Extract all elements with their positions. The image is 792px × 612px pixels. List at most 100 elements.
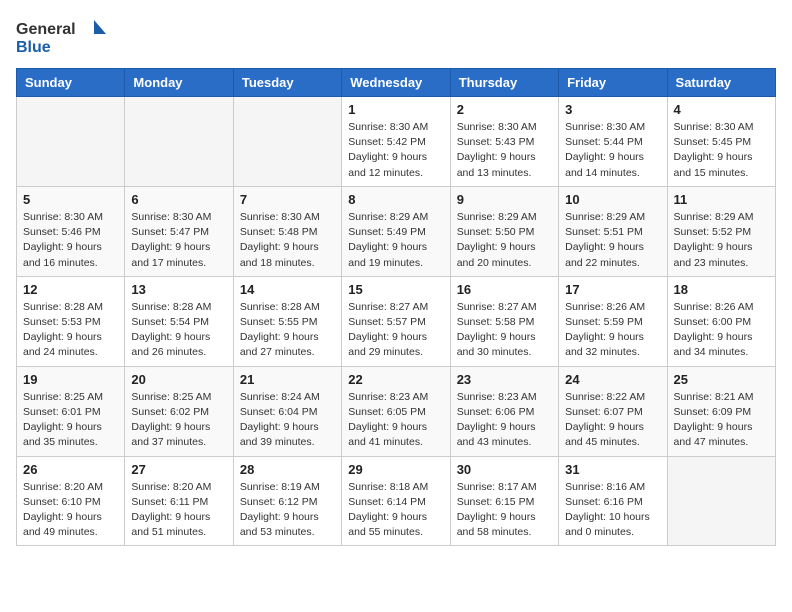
calendar-cell: 30Sunrise: 8:17 AM Sunset: 6:15 PM Dayli…	[450, 456, 558, 546]
day-info: Sunrise: 8:18 AM Sunset: 6:14 PM Dayligh…	[348, 480, 443, 541]
day-info: Sunrise: 8:25 AM Sunset: 6:01 PM Dayligh…	[23, 390, 118, 451]
day-info: Sunrise: 8:21 AM Sunset: 6:09 PM Dayligh…	[674, 390, 769, 451]
day-number: 18	[674, 282, 769, 297]
calendar-cell: 11 Sunrise: 8:29 AM Sunset: 5:52 PM Dayli…	[667, 186, 775, 276]
calendar-cell: 31Sunrise: 8:16 AM Sunset: 6:16 PM Dayli…	[559, 456, 667, 546]
day-info: Sunrise: 8:30 AM Sunset: 5:42 PM Dayligh…	[348, 120, 443, 181]
day-number: 20	[131, 372, 226, 387]
calendar-cell: 8 Sunrise: 8:29 AM Sunset: 5:49 PM Daylig…	[342, 186, 450, 276]
day-number: 16	[457, 282, 552, 297]
page-header: GeneralBlue	[16, 16, 776, 58]
calendar-cell	[17, 97, 125, 187]
calendar-week-row: 1 Sunrise: 8:30 AM Sunset: 5:42 PM Daylig…	[17, 97, 776, 187]
day-info: Sunrise: 8:29 AM Sunset: 5:50 PM Dayligh…	[457, 210, 552, 271]
calendar-cell: 14Sunrise: 8:28 AM Sunset: 5:55 PM Dayli…	[233, 276, 341, 366]
day-number: 3	[565, 102, 660, 117]
calendar-cell: 23 Sunrise: 8:23 AM Sunset: 6:06 PM Dayli…	[450, 366, 558, 456]
calendar-cell: 29Sunrise: 8:18 AM Sunset: 6:14 PM Dayli…	[342, 456, 450, 546]
day-number: 26	[23, 462, 118, 477]
calendar-cell: 16 Sunrise: 8:27 AM Sunset: 5:58 PM Dayli…	[450, 276, 558, 366]
weekday-header: Monday	[125, 69, 233, 97]
day-number: 31	[565, 462, 660, 477]
day-number: 27	[131, 462, 226, 477]
calendar-cell: 6 Sunrise: 8:30 AM Sunset: 5:47 PM Daylig…	[125, 186, 233, 276]
weekday-header-row: SundayMondayTuesdayWednesdayThursdayFrid…	[17, 69, 776, 97]
day-info: Sunrise: 8:20 AM Sunset: 6:10 PM Dayligh…	[23, 480, 118, 541]
day-info: Sunrise: 8:29 AM Sunset: 5:49 PM Dayligh…	[348, 210, 443, 271]
calendar-cell: 2Sunrise: 8:30 AM Sunset: 5:43 PM Daylig…	[450, 97, 558, 187]
logo: GeneralBlue	[16, 16, 116, 58]
weekday-header: Tuesday	[233, 69, 341, 97]
calendar-cell: 10 Sunrise: 8:29 AM Sunset: 5:51 PM Dayli…	[559, 186, 667, 276]
calendar-cell: 12 Sunrise: 8:28 AM Sunset: 5:53 PM Dayli…	[17, 276, 125, 366]
weekday-header: Thursday	[450, 69, 558, 97]
calendar-cell: 17Sunrise: 8:26 AM Sunset: 5:59 PM Dayli…	[559, 276, 667, 366]
weekday-header: Sunday	[17, 69, 125, 97]
day-info: Sunrise: 8:30 AM Sunset: 5:46 PM Dayligh…	[23, 210, 118, 271]
calendar-cell: 19 Sunrise: 8:25 AM Sunset: 6:01 PM Dayli…	[17, 366, 125, 456]
day-info: Sunrise: 8:30 AM Sunset: 5:44 PM Dayligh…	[565, 120, 660, 181]
calendar-cell: 9Sunrise: 8:29 AM Sunset: 5:50 PM Daylig…	[450, 186, 558, 276]
day-number: 23	[457, 372, 552, 387]
day-number: 17	[565, 282, 660, 297]
day-number: 1	[348, 102, 443, 117]
day-info: Sunrise: 8:17 AM Sunset: 6:15 PM Dayligh…	[457, 480, 552, 541]
day-info: Sunrise: 8:29 AM Sunset: 5:52 PM Dayligh…	[674, 210, 769, 271]
day-info: Sunrise: 8:28 AM Sunset: 5:55 PM Dayligh…	[240, 300, 335, 361]
calendar-week-row: 26 Sunrise: 8:20 AM Sunset: 6:10 PM Dayli…	[17, 456, 776, 546]
svg-text:General: General	[16, 21, 76, 38]
svg-text:Blue: Blue	[16, 39, 51, 56]
day-number: 19	[23, 372, 118, 387]
calendar-cell: 28 Sunrise: 8:19 AM Sunset: 6:12 PM Dayli…	[233, 456, 341, 546]
day-number: 2	[457, 102, 552, 117]
day-number: 28	[240, 462, 335, 477]
day-info: Sunrise: 8:23 AM Sunset: 6:06 PM Dayligh…	[457, 390, 552, 451]
calendar-cell	[233, 97, 341, 187]
weekday-header: Friday	[559, 69, 667, 97]
weekday-header: Wednesday	[342, 69, 450, 97]
day-info: Sunrise: 8:29 AM Sunset: 5:51 PM Dayligh…	[565, 210, 660, 271]
day-info: Sunrise: 8:30 AM Sunset: 5:47 PM Dayligh…	[131, 210, 226, 271]
day-info: Sunrise: 8:30 AM Sunset: 5:48 PM Dayligh…	[240, 210, 335, 271]
weekday-header: Saturday	[667, 69, 775, 97]
day-info: Sunrise: 8:30 AM Sunset: 5:45 PM Dayligh…	[674, 120, 769, 181]
calendar-week-row: 19 Sunrise: 8:25 AM Sunset: 6:01 PM Dayli…	[17, 366, 776, 456]
day-number: 13	[131, 282, 226, 297]
day-info: Sunrise: 8:22 AM Sunset: 6:07 PM Dayligh…	[565, 390, 660, 451]
day-number: 8	[348, 192, 443, 207]
calendar-cell	[125, 97, 233, 187]
day-number: 24	[565, 372, 660, 387]
calendar-cell: 13 Sunrise: 8:28 AM Sunset: 5:54 PM Dayli…	[125, 276, 233, 366]
day-number: 7	[240, 192, 335, 207]
day-info: Sunrise: 8:28 AM Sunset: 5:54 PM Dayligh…	[131, 300, 226, 361]
day-info: Sunrise: 8:19 AM Sunset: 6:12 PM Dayligh…	[240, 480, 335, 541]
day-number: 5	[23, 192, 118, 207]
day-number: 6	[131, 192, 226, 207]
calendar-cell: 1 Sunrise: 8:30 AM Sunset: 5:42 PM Daylig…	[342, 97, 450, 187]
calendar-cell: 20 Sunrise: 8:25 AM Sunset: 6:02 PM Dayli…	[125, 366, 233, 456]
day-info: Sunrise: 8:28 AM Sunset: 5:53 PM Dayligh…	[23, 300, 118, 361]
calendar-cell: 18 Sunrise: 8:26 AM Sunset: 6:00 PM Dayli…	[667, 276, 775, 366]
calendar-cell: 26 Sunrise: 8:20 AM Sunset: 6:10 PM Dayli…	[17, 456, 125, 546]
calendar-cell: 3 Sunrise: 8:30 AM Sunset: 5:44 PM Daylig…	[559, 97, 667, 187]
day-info: Sunrise: 8:27 AM Sunset: 5:57 PM Dayligh…	[348, 300, 443, 361]
day-number: 11	[674, 192, 769, 207]
calendar-cell: 24 Sunrise: 8:22 AM Sunset: 6:07 PM Dayli…	[559, 366, 667, 456]
day-number: 12	[23, 282, 118, 297]
calendar-cell: 7 Sunrise: 8:30 AM Sunset: 5:48 PM Daylig…	[233, 186, 341, 276]
calendar-cell: 25 Sunrise: 8:21 AM Sunset: 6:09 PM Dayli…	[667, 366, 775, 456]
calendar-cell: 5 Sunrise: 8:30 AM Sunset: 5:46 PM Daylig…	[17, 186, 125, 276]
day-info: Sunrise: 8:26 AM Sunset: 6:00 PM Dayligh…	[674, 300, 769, 361]
calendar-cell: 27 Sunrise: 8:20 AM Sunset: 6:11 PM Dayli…	[125, 456, 233, 546]
day-info: Sunrise: 8:24 AM Sunset: 6:04 PM Dayligh…	[240, 390, 335, 451]
day-number: 25	[674, 372, 769, 387]
calendar-table: SundayMondayTuesdayWednesdayThursdayFrid…	[16, 68, 776, 546]
day-info: Sunrise: 8:20 AM Sunset: 6:11 PM Dayligh…	[131, 480, 226, 541]
logo-svg: GeneralBlue	[16, 16, 116, 58]
day-number: 10	[565, 192, 660, 207]
day-number: 4	[674, 102, 769, 117]
calendar-cell: 21 Sunrise: 8:24 AM Sunset: 6:04 PM Dayli…	[233, 366, 341, 456]
day-info: Sunrise: 8:27 AM Sunset: 5:58 PM Dayligh…	[457, 300, 552, 361]
day-number: 21	[240, 372, 335, 387]
day-info: Sunrise: 8:25 AM Sunset: 6:02 PM Dayligh…	[131, 390, 226, 451]
